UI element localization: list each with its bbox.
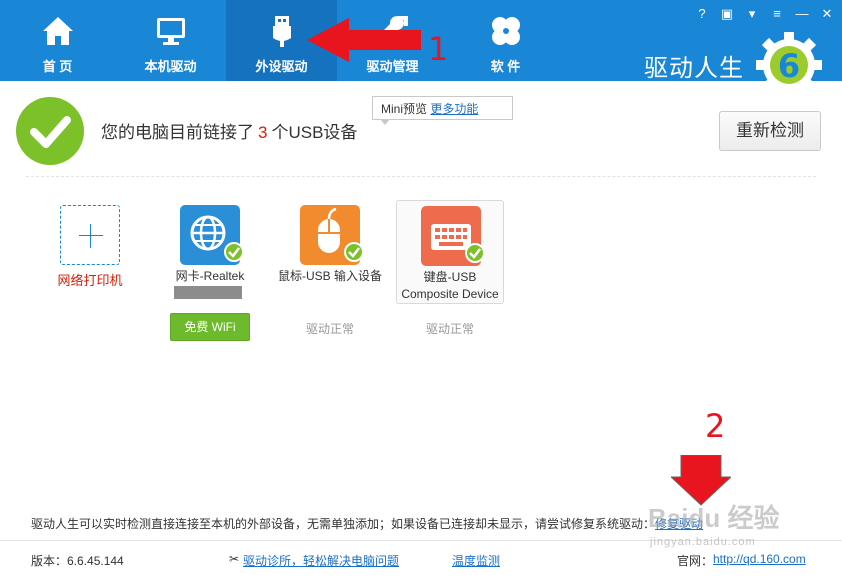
menu-icon[interactable]: ≡ (768, 5, 786, 23)
clover-icon (491, 17, 520, 45)
minimize-icon[interactable]: — (793, 5, 811, 23)
count-prefix: 您的电脑目前链接了 (101, 123, 254, 142)
network-printer-label[interactable]: 网络打印机 (45, 270, 135, 289)
brand-logo: 6 (756, 32, 822, 98)
monitor-icon (156, 18, 185, 45)
device-ok-badge (224, 242, 244, 262)
brand-name: 驱动人生 (644, 55, 744, 82)
wrench-small-icon: ✂ (229, 552, 240, 566)
baidu-watermark: Baidu 经验 (648, 503, 780, 533)
skin-icon[interactable]: ▾ (743, 5, 761, 23)
help-icon[interactable]: ? (693, 5, 711, 23)
feedback-icon[interactable]: ▣ (718, 5, 736, 23)
mini-preview-text: Mini预览 (381, 102, 428, 116)
recheck-button[interactable]: 重新检测 (719, 111, 821, 151)
device-card-mouse[interactable]: 鼠标-USB 输入设备 (276, 200, 384, 304)
brand-logo-digit: 6 (778, 47, 800, 85)
baidu-watermark-url: jingyan.baidu.com (650, 536, 756, 548)
device-status: 驱动正常 (305, 322, 354, 336)
version-label: 版本：6.6.45.144 (31, 554, 124, 568)
usb-plug-icon (272, 16, 291, 47)
device-ok-badge (465, 243, 485, 263)
add-network-printer-button[interactable] (60, 205, 120, 265)
usb-device-count: 3 (258, 123, 268, 142)
driver-clinic-link[interactable]: 驱动诊所，轻松解决电脑问题 (243, 552, 399, 569)
device-name: 键盘-USB Composite Device (401, 270, 499, 301)
notice-message: 驱动人生可以实时检测直接连接至本机的外部设备，无需单独添加；如果设备已连接却未显… (31, 515, 703, 532)
tab-software-label: 软 件 (490, 59, 521, 74)
annotation-arrow-left (307, 18, 421, 62)
device-status: 驱动正常 (425, 322, 474, 336)
home-icon (42, 17, 73, 45)
notice-text: 驱动人生可以实时检测直接连接至本机的外部设备，无需单独添加；如果设备已连接却未显… (31, 517, 656, 531)
device-name: 鼠标-USB 输入设备 (277, 269, 382, 283)
tab-local-drivers[interactable]: 本机驱动 (115, 0, 226, 81)
tooltip-tail (380, 119, 390, 125)
website-link[interactable]: http://qd.160.com (713, 552, 806, 566)
plus-icon (79, 235, 103, 236)
annotation-number-1: 1 (428, 30, 449, 68)
free-wifi-button[interactable]: 免费 WiFi (170, 313, 250, 341)
section-divider (26, 176, 816, 177)
device-ok-badge (344, 242, 364, 262)
close-icon[interactable]: ✕ (818, 5, 836, 23)
device-name: 网卡-Realtek (175, 269, 245, 283)
more-features-link[interactable]: 更多功能 (430, 102, 478, 116)
tab-software[interactable]: 软 件 (448, 0, 563, 81)
annotation-number-2: 2 (705, 407, 726, 445)
tab-home[interactable]: 首 页 (0, 0, 115, 81)
success-check-icon (16, 97, 84, 165)
count-suffix: 个USB设备 (271, 123, 358, 142)
temperature-monitor-link[interactable]: 温度监测 (452, 552, 500, 569)
tab-home-label: 首 页 (42, 59, 73, 74)
window-controls: ? ▣ ▾ ≡ — ✕ (686, 5, 836, 23)
redacted-text (174, 286, 242, 299)
website-label: 官网： (677, 554, 714, 568)
usb-device-count-message: 您的电脑目前链接了 3 个USB设备 (101, 118, 357, 143)
mini-preview-tooltip: Mini预览 更多功能 (372, 96, 513, 120)
device-card-keyboard[interactable]: 键盘-USB Composite Device (396, 200, 504, 304)
tab-local-drivers-label: 本机驱动 (144, 59, 197, 74)
